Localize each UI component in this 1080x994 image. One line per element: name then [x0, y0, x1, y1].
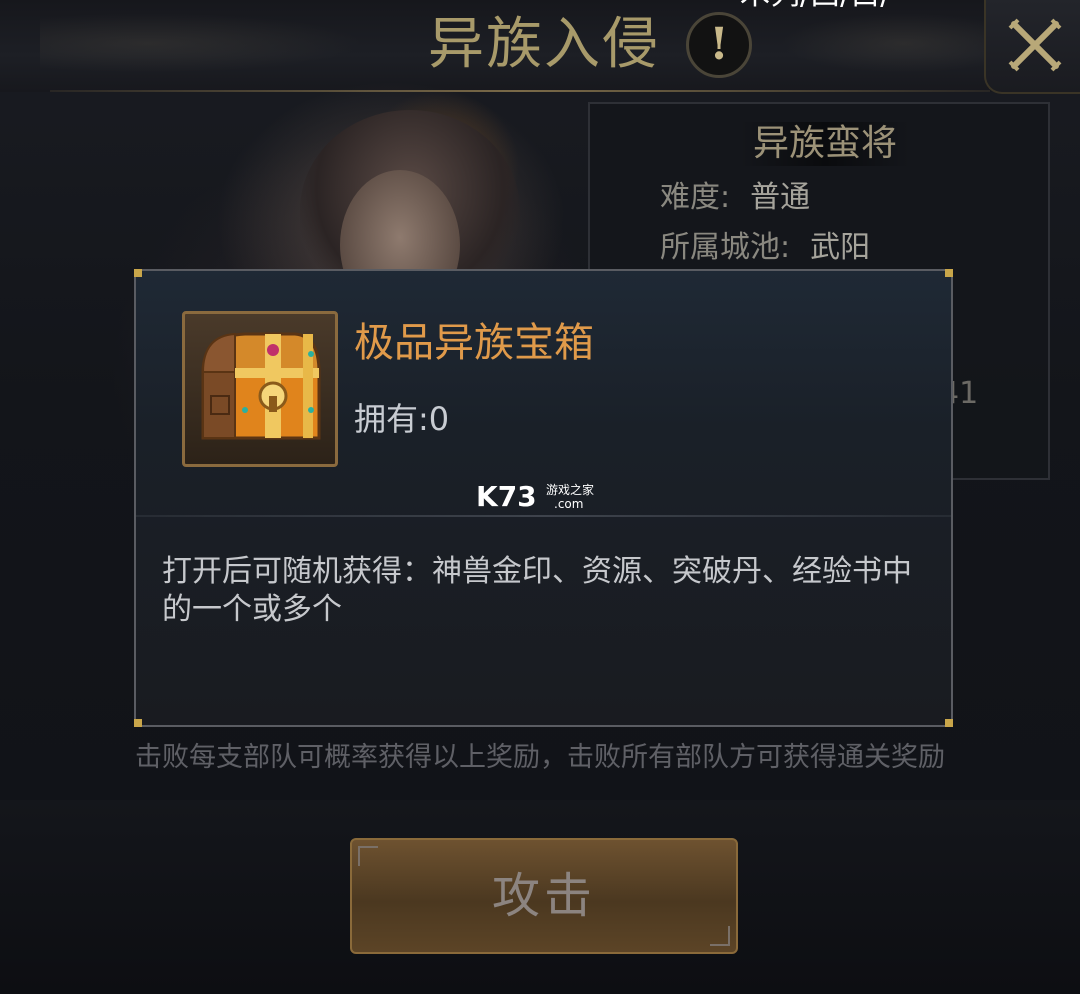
corner-ornament [134, 719, 142, 727]
header-ornament-right [760, 8, 1000, 78]
corner-ornament [945, 719, 953, 727]
reward-note: 击败每支部队可概率获得以上奖励，击败所有部队方可获得通关奖励 [135, 742, 945, 773]
button-corner-ornament [710, 926, 730, 946]
owned-value: 0 [428, 400, 450, 438]
invasion-window: 木列/囗/白/ 异族入侵 ! 异族蛮将 难度:普通 所属城池:武阳 41 击败每… [0, 0, 1080, 994]
header-ornament-left [40, 8, 400, 78]
watermark-main: K73 [476, 480, 537, 513]
difficulty-value: 普通 [750, 180, 811, 215]
enemy-name: 异族蛮将 [740, 122, 910, 166]
info-button[interactable]: ! [686, 12, 752, 78]
item-icon-frame [182, 311, 338, 467]
close-button[interactable] [984, 0, 1080, 94]
exclamation-icon: ! [709, 19, 729, 70]
watermark-domain: .com [554, 497, 584, 511]
difficulty-row: 难度: 普通 [660, 178, 810, 218]
difficulty-label: 难度: [660, 180, 731, 215]
corner-ornament [945, 269, 953, 277]
treasure-chest-icon [201, 332, 321, 440]
item-description: 打开后可随机获得：神兽金印、资源、突破丹、经验书中的一个或多个 [162, 554, 912, 627]
button-corner-ornament [358, 846, 378, 866]
top-clipped-text: 木列/囗/白/ [740, 0, 1000, 10]
attack-button-label: 攻击 [491, 868, 596, 924]
city-row: 所属城池: 武阳 [660, 228, 870, 268]
city-value: 武阳 [810, 230, 871, 265]
city-label: 所属城池: [660, 230, 791, 265]
watermark-logo: K73 游戏之家 .com [476, 479, 636, 515]
attack-button[interactable]: 攻击 [350, 838, 738, 954]
item-owned-count: 拥有:0 [354, 397, 449, 441]
watermark-sub: 游戏之家 [546, 483, 595, 497]
owned-label: 拥有: [354, 400, 429, 438]
item-name: 极品异族宝箱 [354, 320, 594, 366]
corner-ornament [134, 269, 142, 277]
tooltip-divider [136, 515, 951, 517]
item-tooltip: 极品异族宝箱 拥有:0 K73 游戏之家 .com 打开后可随机获得：神兽金印、… [134, 269, 953, 727]
close-icon [1008, 18, 1062, 72]
